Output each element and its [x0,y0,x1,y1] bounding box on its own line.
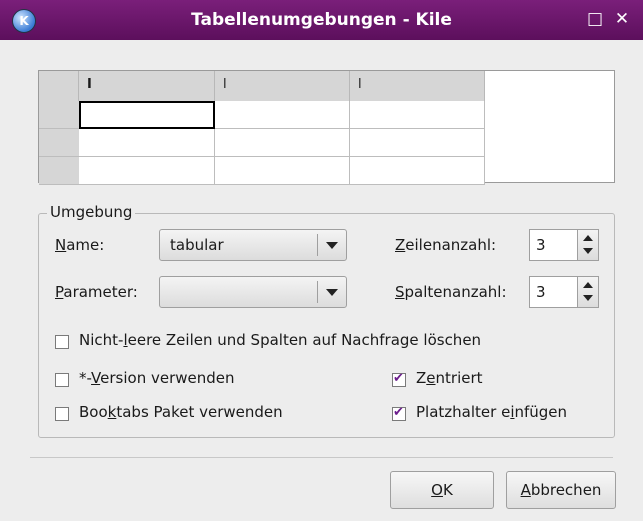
environment-group-title: Umgebung [47,203,136,221]
table-cell-3-1[interactable] [79,157,215,185]
grid-corner-header [39,71,79,101]
dialog-body: I l l Umgebung Name: tabular Zeilenanzah… [0,40,643,521]
table-cell-1-2[interactable] [215,101,350,129]
column-header-1[interactable]: I [79,71,215,101]
name-combobox[interactable]: tabular [159,229,347,261]
parameter-combobox[interactable] [159,276,347,308]
rows-spinbox[interactable]: 3 [529,229,599,261]
table-cell-2-1[interactable] [79,129,215,157]
table-editor-grid[interactable]: I l l [38,70,615,185]
column-header-3[interactable]: l [350,71,485,101]
row-header-1[interactable] [39,101,79,129]
rows-value: 3 [536,236,546,254]
cols-value: 3 [536,283,546,301]
centered-label[interactable]: Zentriert [416,369,483,387]
row-header-2[interactable] [39,129,79,157]
ok-button[interactable]: OK [390,471,494,509]
title-bar[interactable]: K Tabellenumgebungen - Kile □ ✕ [0,0,643,40]
cols-label: Spaltenanzahl: [395,283,507,301]
booktabs-checkbox[interactable] [55,407,69,421]
table-cell-2-2[interactable] [215,129,350,157]
spin-up-icon[interactable] [583,282,593,288]
chevron-down-icon[interactable] [326,289,338,296]
name-value: tabular [170,236,224,254]
maximize-icon[interactable]: □ [584,8,606,30]
centered-checkbox[interactable] [392,371,406,387]
table-cell-2-3[interactable] [350,129,485,157]
column-header-2[interactable]: l [215,71,350,101]
table-cell-3-2[interactable] [215,157,350,185]
row-header-3[interactable] [39,157,79,185]
table-cell-3-3[interactable] [350,157,485,185]
table-cell-1-3[interactable] [350,101,485,129]
button-divider [30,457,613,458]
delete-empty-label[interactable]: Nicht-leere Zeilen und Spalten auf Nachf… [79,331,481,349]
placeholder-label[interactable]: Platzhalter einfügen [416,403,567,421]
table-cell-1-1[interactable] [79,101,215,129]
delete-empty-checkbox[interactable] [55,335,69,349]
star-version-checkbox[interactable] [55,373,69,387]
cancel-button[interactable]: Abbrechen [506,471,616,509]
spin-down-icon[interactable] [583,295,593,301]
booktabs-label[interactable]: Booktabs Paket verwenden [79,403,283,421]
environment-group: Umgebung Name: tabular Zeilenanzahl: 3 P… [38,203,615,438]
star-version-label[interactable]: *-Version verwenden [79,369,235,387]
window-title: Tabellenumgebungen - Kile [191,10,452,30]
rows-label: Zeilenanzahl: [395,236,497,254]
placeholder-checkbox[interactable] [392,405,406,421]
cols-spinbox[interactable]: 3 [529,276,599,308]
chevron-down-icon[interactable] [326,242,338,249]
name-label: Name: [55,236,105,254]
parameter-label: Parameter: [55,283,138,301]
spin-down-icon[interactable] [583,248,593,254]
close-icon[interactable]: ✕ [611,8,633,30]
spin-up-icon[interactable] [583,235,593,241]
